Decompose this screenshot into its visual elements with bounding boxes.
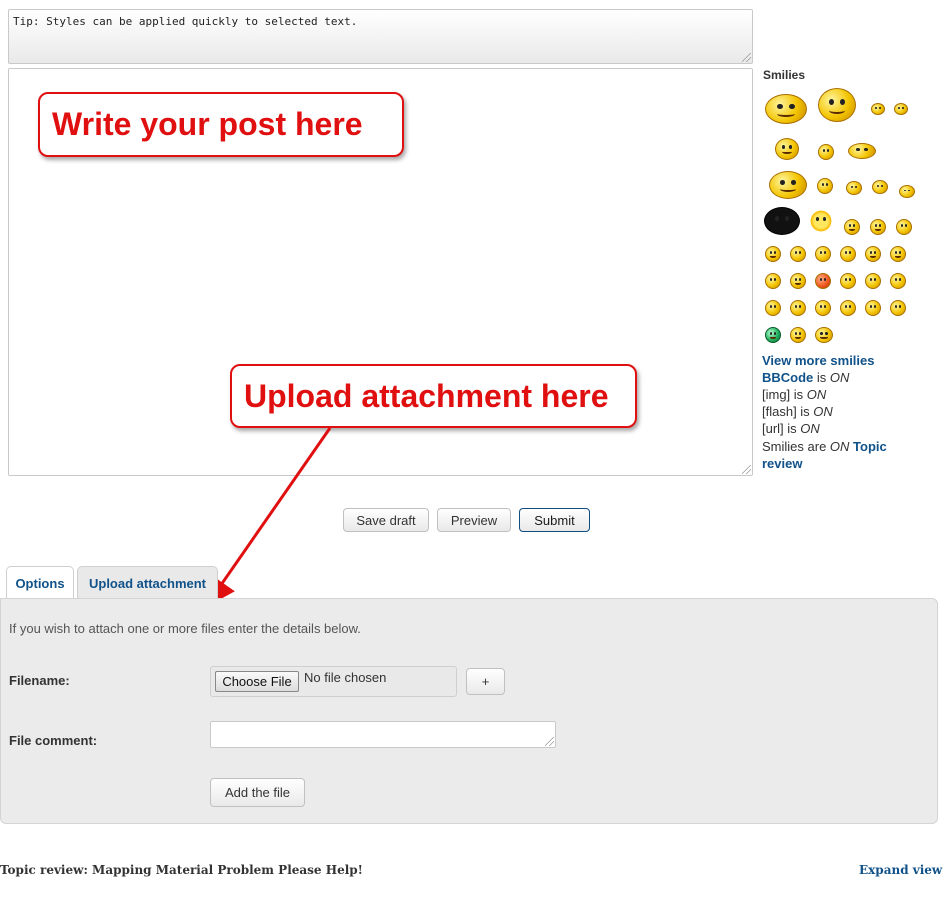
smiley-wink-icon[interactable] [896,219,912,235]
file-comment-label: File comment: [9,733,98,748]
callout-write-text: Write your post here [52,106,363,142]
callout-write-post: Write your post here [38,92,404,157]
smiley-happy-icon[interactable] [870,219,886,235]
add-file-field-button[interactable]: + [466,668,505,695]
bbcode-state: ON [829,370,850,385]
bbcode-is-text: is [813,370,830,385]
submit-button[interactable]: Submit [519,508,590,532]
add-the-file-button[interactable]: Add the file [210,778,305,807]
resize-grip-icon[interactable] [742,53,752,63]
preview-button[interactable]: Preview [437,508,511,532]
idea-icon[interactable] [840,300,856,316]
smiley-small-icon[interactable] [894,103,908,115]
view-more-smilies-link[interactable]: View more smilies [762,353,875,368]
tip-box[interactable]: Tip: Styles can be applied quickly to se… [8,9,753,64]
resize-grip-icon[interactable] [545,737,554,746]
smiley-green-icon[interactable] [765,327,781,343]
bbcode-status: BBCode is ON [762,370,849,385]
url-status: [url] is ON [762,421,820,436]
smiley-angry-icon[interactable] [815,273,831,289]
smiley-geek-icon[interactable] [790,327,806,343]
callout-upload-attachment: Upload attachment here [230,364,637,428]
choose-file-button[interactable]: Choose File [215,671,299,692]
smiley-wink-icon[interactable] [817,178,833,194]
smilies-title: Smilies [763,68,806,82]
smiley-laughing-icon[interactable] [765,94,807,124]
topic-review-title: Topic review: Mapping Material Problem P… [0,863,363,877]
exclamation-icon[interactable] [790,300,806,316]
url-state: ON [800,421,820,436]
smiley-neutral-icon[interactable] [890,300,906,316]
smiley-frog-icon[interactable] [818,88,856,122]
smiley-cool-icon[interactable] [865,246,881,262]
smiley-glasses-icon[interactable] [818,144,834,160]
smiley-grin-icon[interactable] [844,219,860,235]
thumbs-down-icon[interactable] [872,180,888,194]
red-arrow-icon [205,427,332,608]
file-comment-input[interactable] [210,721,556,748]
smiley-small-icon[interactable] [871,103,885,115]
save-draft-button[interactable]: Save draft [343,508,429,532]
smiley-evil-icon[interactable] [865,273,881,289]
flash-label: [flash] is [762,404,814,419]
smilies-label: Smilies are [762,439,830,454]
attachment-intro: If you wish to attach one or more files … [9,621,361,636]
arrow-icon[interactable] [865,300,881,316]
resize-grip-icon[interactable] [742,465,751,474]
tab-options[interactable]: Options [6,566,74,599]
smiley-razz-icon[interactable] [790,273,806,289]
expand-view-link[interactable]: Expand view [859,863,942,877]
smiley-bow-icon[interactable] [775,138,799,160]
smilies-state: ON [829,439,850,454]
smiley-rolleyes-icon[interactable] [765,300,781,316]
filename-label: Filename: [9,673,70,688]
flash-state: ON [813,404,833,419]
question-icon[interactable] [815,300,831,316]
smiley-afro-icon[interactable] [764,207,800,235]
url-label: [url] is [762,421,801,436]
smiley-confused-icon[interactable] [840,246,856,262]
smiley-ugeek-icon[interactable] [815,327,833,343]
smiley-icon[interactable] [765,246,781,262]
bbcode-link[interactable]: BBCode [762,370,813,385]
smiley-laugh-icon[interactable] [890,246,906,262]
smilies-status: Smilies are ON Topic review [762,438,912,472]
smiley-sun-icon[interactable] [809,209,833,233]
thumbs-up-icon[interactable] [846,181,862,195]
no-file-chosen-text: No file chosen [304,670,387,685]
smiley-sad-icon[interactable] [840,273,856,289]
img-status: [img] is ON [762,387,826,402]
smiley-rofl-icon[interactable] [769,171,807,199]
flash-status: [flash] is ON [762,404,833,419]
smiley-surprised-icon[interactable] [790,246,806,262]
smiley-eek-icon[interactable] [815,246,831,262]
smiley-twisted-icon[interactable] [890,273,906,289]
smiley-tongue-icon[interactable] [899,185,915,198]
smiley-mad-icon[interactable] [765,273,781,289]
smiley-drummer-icon[interactable] [848,143,876,159]
callout-upload-text: Upload attachment here [244,377,609,414]
img-label: [img] is [762,387,807,402]
tab-upload-attachment[interactable]: Upload attachment [77,566,218,599]
img-state: ON [806,387,827,402]
